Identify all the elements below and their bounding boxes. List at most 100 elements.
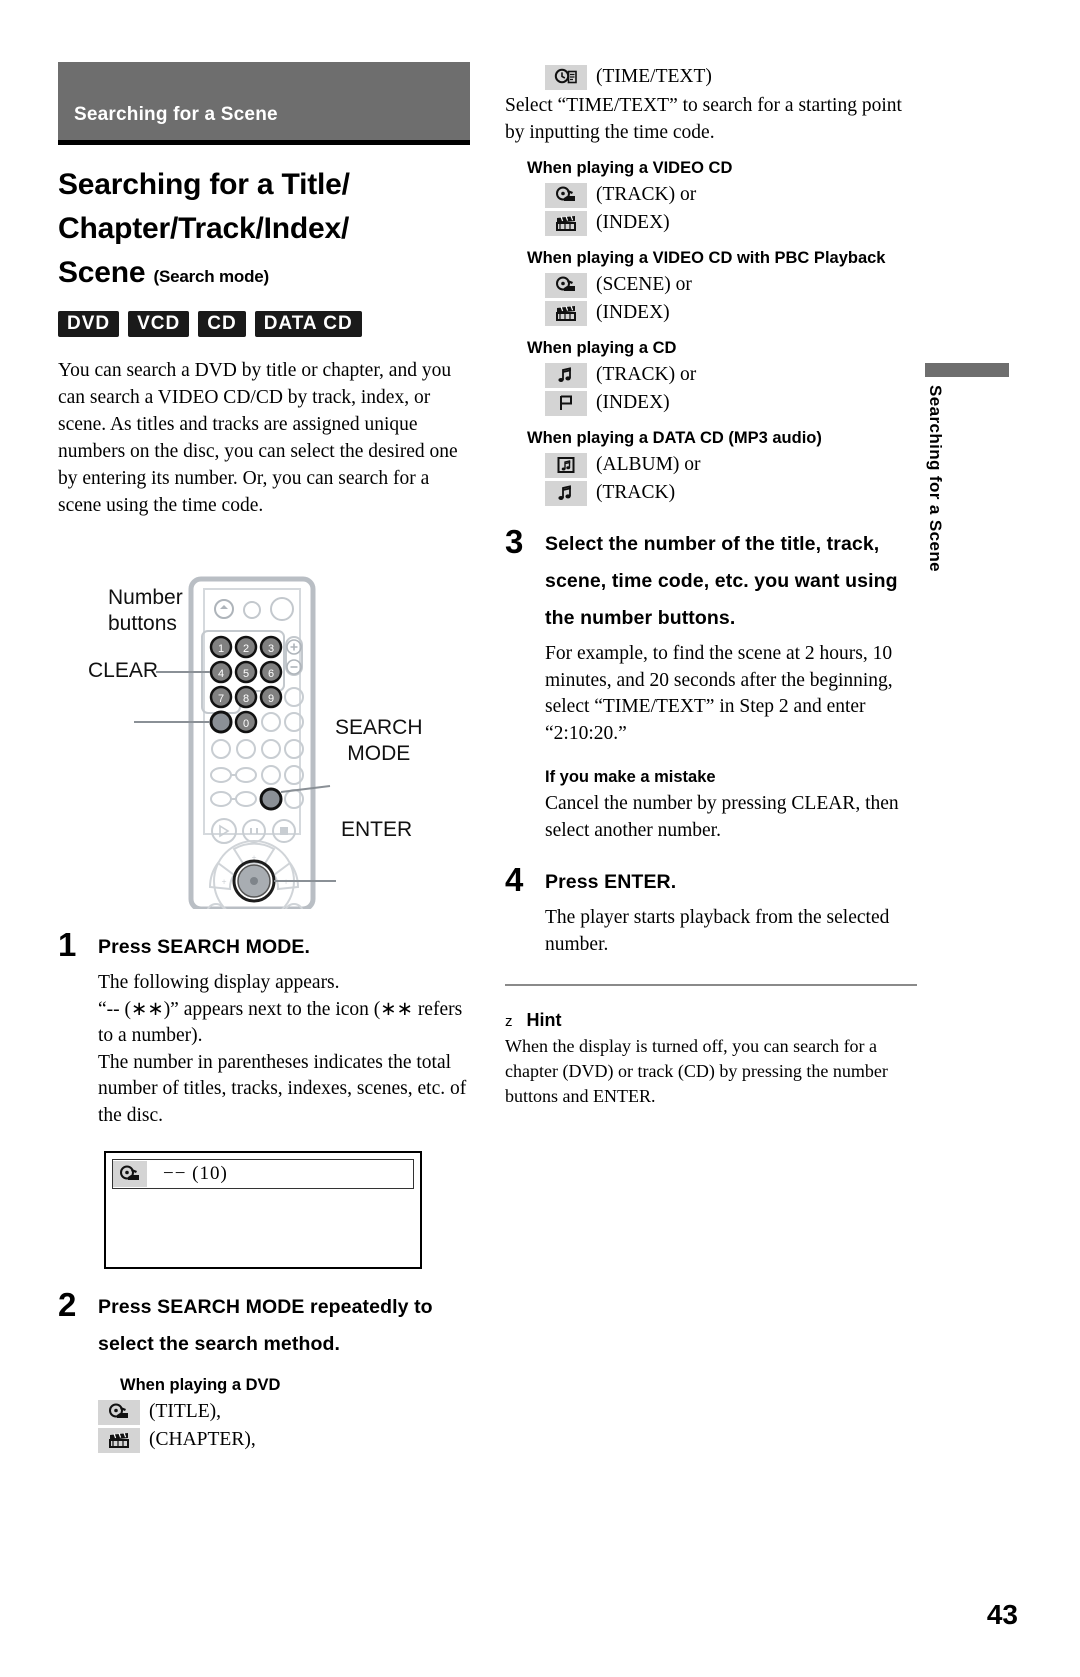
badge-dvd: DVD	[58, 311, 120, 337]
side-tab-label: Searching for a Scene	[926, 385, 945, 572]
svg-text:5: 5	[243, 668, 249, 680]
svg-text:7: 7	[218, 693, 224, 705]
step-3-text: For example, to find the scene at 2 hour…	[545, 643, 893, 744]
section-header-label: Searching for a Scene	[74, 104, 278, 125]
search-mode-label: (TITLE),	[149, 1401, 222, 1422]
svg-text:9: 9	[268, 693, 274, 705]
search-mode-item: (INDEX)	[545, 300, 917, 326]
hint-text: When the display is turned off, you can …	[505, 1036, 888, 1106]
title-icon	[545, 182, 587, 208]
display-mock-bar: −− (10)	[112, 1159, 414, 1189]
badge-vcd: VCD	[128, 311, 190, 337]
search-mode-label: (SCENE) or	[596, 274, 692, 295]
search-mode-item: (TITLE),	[98, 1399, 470, 1425]
search-mode-item: (SCENE) or	[545, 272, 917, 298]
intro-paragraph: You can search a DVD by title or chapter…	[58, 360, 458, 516]
search-mode-item: (TRACK) or	[545, 182, 917, 208]
time-text-note: Select “TIME/TEXT” to search for a start…	[505, 95, 902, 143]
step-2: 2 Press SEARCH MODE repeatedly to select…	[58, 1286, 470, 1453]
callout-search-mode: SEARCH MODE	[335, 715, 423, 767]
hint-heading: Hint	[526, 1010, 562, 1030]
chapter-icon	[545, 210, 587, 236]
page-title: Searching for a Title/ Chapter/Track/Ind…	[58, 163, 470, 299]
step-3: 3 Select the number of the title, track,…	[505, 523, 917, 844]
callout-clear: CLEAR	[88, 659, 159, 682]
svg-text:3: 3	[268, 643, 274, 655]
page-title-line2: Chapter/Track/Index/	[58, 212, 350, 245]
title-icon	[113, 1161, 147, 1187]
svg-text:0: 0	[243, 718, 249, 730]
svg-text:+: +	[221, 877, 226, 887]
step-3-heading: Select the number of the title, track, s…	[545, 533, 898, 629]
search-mode-label: (INDEX)	[596, 392, 670, 413]
search-mode-item: (TRACK)	[545, 480, 917, 506]
svg-text:1: 1	[218, 643, 224, 655]
step-1-heading: Press SEARCH MODE.	[98, 936, 311, 958]
svg-text:2: 2	[243, 643, 249, 655]
manual-page: Searching for a Scene Searching for a Ti…	[0, 0, 1080, 1677]
display-mock-text: −− (10)	[163, 1163, 228, 1184]
group-heading-data-cd: When playing a DATA CD (MP3 audio)	[527, 429, 822, 447]
callout-search-mode-line2: MODE	[347, 742, 411, 765]
search-mode-label: (INDEX)	[596, 302, 670, 323]
section-header-bar: Searching for a Scene	[58, 62, 470, 140]
section-header-rule	[58, 140, 470, 145]
step-2-heading: Press SEARCH MODE repeatedly to select t…	[98, 1296, 433, 1355]
search-mode-item: (TIME/TEXT)	[545, 64, 917, 90]
note-icon	[545, 480, 587, 506]
display-mock: −− (10)	[104, 1151, 422, 1269]
hint-marker-icon: z	[505, 1013, 513, 1030]
right-column: (TIME/TEXT) Select “TIME/TEXT” to search…	[505, 62, 917, 1109]
left-column: Searching for a Scene Searching for a Ti…	[58, 62, 470, 1453]
step-4-text: The player starts playback from the sele…	[545, 907, 890, 955]
flag-icon	[545, 390, 587, 416]
mistake-text: Cancel the number by pressing CLEAR, the…	[545, 793, 899, 841]
search-mode-item: (ALBUM) or	[545, 452, 917, 478]
search-mode-label: (ALBUM) or	[596, 454, 701, 475]
page-title-subtitle: (Search mode)	[153, 267, 270, 286]
search-mode-item: (INDEX)	[545, 390, 917, 416]
mistake-heading: If you make a mistake	[545, 768, 716, 786]
page-title-line3: Scene	[58, 256, 146, 289]
hint-divider	[505, 984, 917, 986]
hint-header: z Hint	[505, 1010, 917, 1031]
search-mode-item: (CHAPTER),	[98, 1427, 470, 1453]
group-heading-video-cd: When playing a VIDEO CD	[527, 159, 733, 177]
time-text-icon	[545, 64, 587, 90]
chapter-icon	[545, 300, 587, 326]
step-4: 4 Press ENTER. The player starts playbac…	[505, 861, 917, 958]
page-number: 43	[986, 1599, 1018, 1630]
side-tab: Searching for a Scene	[925, 363, 1009, 572]
step-4-heading: Press ENTER.	[545, 871, 677, 893]
callout-number-buttons-line2: buttons	[108, 612, 177, 635]
search-mode-item: (TRACK) or	[545, 362, 917, 388]
side-tab-cap	[925, 363, 1009, 377]
step-4-number: 4	[505, 861, 524, 898]
group-heading-dvd: When playing a DVD	[120, 1376, 281, 1394]
badge-data-cd: DATA CD	[254, 311, 362, 337]
callout-enter: ENTER	[341, 818, 413, 841]
callout-search-mode-line1: SEARCH	[335, 716, 423, 739]
search-mode-label: (INDEX)	[596, 212, 670, 233]
step-1: 1 Press SEARCH MODE. The following displ…	[58, 928, 470, 1129]
step-2-number: 2	[58, 1286, 77, 1323]
disc-format-badges: DVD VCD CD DATA CD	[58, 311, 470, 337]
badge-cd: CD	[198, 311, 246, 337]
search-mode-label: (TIME/TEXT)	[596, 66, 712, 87]
svg-text:8: 8	[243, 693, 249, 705]
remote-control-figure: 1 2 3 4 5 6 7 8 9 0 + + Number buttons C…	[58, 537, 470, 929]
group-heading-cd: When playing a CD	[527, 339, 677, 357]
step-1-text: The following display appears. “-- (∗∗)”…	[98, 972, 467, 1126]
callout-number-buttons-line1: Number	[108, 586, 183, 609]
search-mode-label: (TRACK)	[596, 482, 676, 503]
search-mode-label: (CHAPTER),	[149, 1429, 256, 1450]
title-icon	[545, 272, 587, 298]
svg-text:6: 6	[268, 668, 274, 680]
note-icon	[545, 362, 587, 388]
callout-number-buttons: Number buttons	[108, 585, 183, 637]
step-3-number: 3	[505, 523, 524, 560]
search-mode-label: (TRACK) or	[596, 364, 697, 385]
svg-text:4: 4	[218, 668, 224, 680]
search-mode-label: (TRACK) or	[596, 184, 697, 205]
page-title-line1: Searching for a Title/	[58, 168, 350, 201]
